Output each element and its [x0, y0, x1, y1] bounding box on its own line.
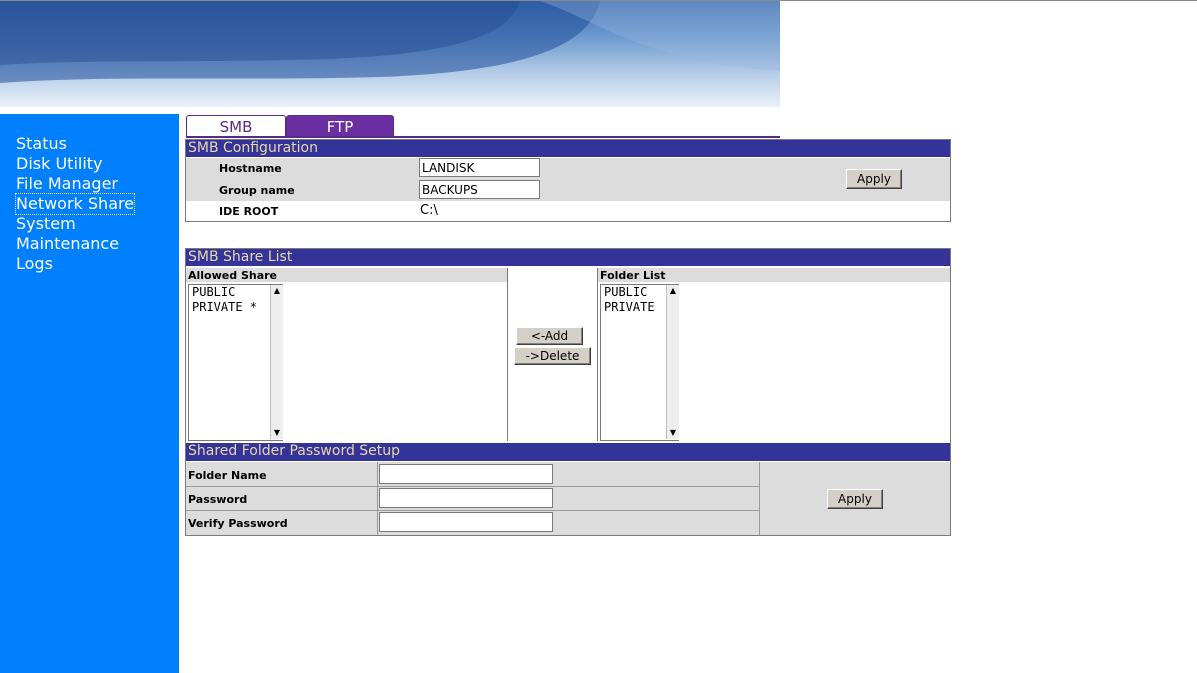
- folder-name-label: Folder Name: [188, 469, 267, 482]
- tab-ftp[interactable]: FTP: [286, 115, 394, 138]
- ide-root-label: IDE ROOT: [219, 205, 279, 218]
- hostname-field[interactable]: [419, 158, 540, 177]
- sidebar-item-system[interactable]: System: [16, 214, 76, 234]
- allowed-share-item[interactable]: PUBLIC: [189, 285, 283, 300]
- delete-share-button[interactable]: ->Delete: [514, 347, 591, 365]
- sidebar-item-file-manager[interactable]: File Manager: [16, 174, 118, 194]
- group-name-label: Group name: [219, 184, 295, 197]
- group-name-field[interactable]: [419, 180, 540, 199]
- smb-config-title: SMB Configuration: [186, 140, 950, 157]
- sidebar-item-network-share[interactable]: Network Share: [14, 193, 136, 215]
- folder-name-field[interactable]: [379, 464, 553, 484]
- scroll-up-icon[interactable]: ▲: [273, 286, 281, 296]
- allowed-share-header: Allowed Share: [188, 269, 277, 282]
- ide-root-value: C:\: [420, 203, 438, 218]
- add-share-button[interactable]: <-Add: [516, 327, 583, 345]
- sidebar-item-status[interactable]: Status: [16, 134, 67, 154]
- banner-swoosh: [0, 1, 780, 83]
- sidebar-item-maintenance[interactable]: Maintenance: [16, 234, 119, 254]
- password-apply-button[interactable]: Apply: [827, 489, 883, 509]
- folder-list-header: Folder List: [600, 269, 666, 282]
- row-divider: [186, 486, 759, 487]
- sidebar: Status Disk Utility File Manager Network…: [0, 114, 179, 673]
- allowed-list-scrollbar[interactable]: ▲ ▼: [270, 285, 283, 439]
- folder-list-scrollbar[interactable]: ▲ ▼: [666, 285, 679, 439]
- verify-password-label: Verify Password: [188, 517, 288, 530]
- row-divider: [186, 510, 759, 511]
- column-divider: [759, 462, 760, 535]
- column-divider: [597, 268, 598, 441]
- verify-password-field[interactable]: [379, 512, 553, 532]
- sidebar-item-logs[interactable]: Logs: [16, 254, 53, 274]
- scroll-down-icon[interactable]: ▼: [273, 428, 281, 438]
- column-divider: [507, 268, 508, 441]
- smb-config-bg: [186, 158, 950, 201]
- scroll-down-icon[interactable]: ▼: [669, 428, 677, 438]
- header-banner: [0, 1, 780, 107]
- password-label: Password: [188, 493, 248, 506]
- column-divider: [377, 462, 378, 535]
- hostname-label: Hostname: [219, 162, 282, 175]
- scroll-up-icon[interactable]: ▲: [669, 286, 677, 296]
- share-list-panel: SMB Share List Allowed Share PUBLIC PRIV…: [185, 248, 951, 536]
- tab-smb[interactable]: SMB: [186, 115, 286, 138]
- smb-config-panel: SMB Configuration Hostname Group name ID…: [185, 139, 951, 222]
- allowed-share-list[interactable]: PUBLIC PRIVATE *: [188, 284, 283, 441]
- smb-config-apply-button[interactable]: Apply: [846, 169, 902, 189]
- sidebar-item-disk-utility[interactable]: Disk Utility: [16, 154, 103, 174]
- password-setup-title: Shared Folder Password Setup: [186, 443, 950, 461]
- tab-underline: [186, 136, 780, 138]
- password-field[interactable]: [379, 488, 553, 508]
- share-list-title: SMB Share List: [186, 249, 950, 266]
- allowed-share-item[interactable]: PRIVATE *: [189, 300, 283, 315]
